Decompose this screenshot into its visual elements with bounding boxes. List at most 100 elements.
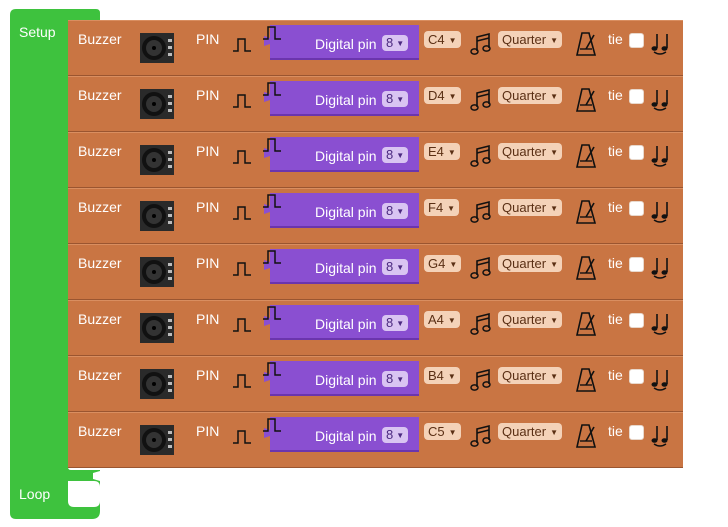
digital-pin-block[interactable]: Digital pin 8 ▼ xyxy=(262,137,419,173)
pin-number-dropdown[interactable]: 8 ▼ xyxy=(382,259,409,275)
digital-wave-icon xyxy=(263,306,281,320)
pin-label: PIN xyxy=(196,423,220,439)
buzzer-block[interactable]: Buzzer PIN Digital pin 8 ▼ E4 ▼ Quarter … xyxy=(68,132,683,188)
buzzer-block[interactable]: Buzzer PIN Digital pin 8 ▼ B4 ▼ Quarter … xyxy=(68,356,683,412)
duration-dropdown[interactable]: Quarter ▼ xyxy=(498,423,562,440)
dropdown-arrow-icon: ▼ xyxy=(396,38,405,48)
buzzer-block[interactable]: Buzzer PIN Digital pin 8 ▼ A4 ▼ Quarter … xyxy=(68,300,683,356)
digital-pin-block[interactable]: Digital pin 8 ▼ xyxy=(262,361,419,397)
buzzer-icon xyxy=(140,369,174,399)
digital-wave-icon xyxy=(263,26,281,40)
metronome-icon xyxy=(575,144,597,168)
pin-label: PIN xyxy=(196,31,220,47)
digital-pin-label: Digital pin xyxy=(315,260,377,276)
pin-number-dropdown[interactable]: 8 ▼ xyxy=(382,371,409,387)
dropdown-arrow-icon: ▼ xyxy=(396,94,405,104)
pin-number-dropdown[interactable]: 8 ▼ xyxy=(382,147,409,163)
digital-wave-icon xyxy=(233,318,251,332)
music-note-icon xyxy=(470,32,491,55)
note-dropdown[interactable]: G4 ▼ xyxy=(424,255,462,272)
buzzer-icon xyxy=(140,89,174,119)
digital-pin-block[interactable]: Digital pin 8 ▼ xyxy=(262,25,419,61)
note-dropdown[interactable]: C5 ▼ xyxy=(424,423,461,440)
buzzer-icon xyxy=(140,257,174,287)
dropdown-arrow-icon: ▼ xyxy=(550,428,558,438)
buzzer-label: Buzzer xyxy=(78,31,122,47)
tie-checkbox[interactable] xyxy=(629,425,644,440)
tie-checkbox[interactable] xyxy=(629,201,644,216)
tied-notes-icon xyxy=(651,202,668,223)
tie-checkbox[interactable] xyxy=(629,369,644,384)
duration-dropdown[interactable]: Quarter ▼ xyxy=(498,87,562,104)
digital-wave-icon xyxy=(233,94,251,108)
dropdown-arrow-icon: ▼ xyxy=(448,428,457,438)
note-dropdown[interactable]: B4 ▼ xyxy=(424,367,460,384)
pin-label: PIN xyxy=(196,255,220,271)
digital-pin-block[interactable]: Digital pin 8 ▼ xyxy=(262,305,419,341)
tie-label: tie xyxy=(608,423,623,439)
metronome-icon xyxy=(575,424,597,448)
pin-number-dropdown[interactable]: 8 ▼ xyxy=(382,35,409,51)
tied-notes-icon xyxy=(651,370,668,391)
buzzer-block[interactable]: Buzzer PIN Digital pin 8 ▼ D4 ▼ Quarter … xyxy=(68,76,683,132)
tie-checkbox[interactable] xyxy=(629,313,644,328)
digital-pin-block[interactable]: Digital pin 8 ▼ xyxy=(262,417,419,453)
tie-checkbox[interactable] xyxy=(629,89,644,104)
metronome-icon xyxy=(575,312,597,336)
buzzer-icon xyxy=(140,201,174,231)
digital-pin-label: Digital pin xyxy=(315,372,377,388)
dropdown-arrow-icon: ▼ xyxy=(447,148,456,158)
digital-wave-icon xyxy=(263,418,281,432)
digital-wave-icon xyxy=(233,150,251,164)
duration-dropdown[interactable]: Quarter ▼ xyxy=(498,367,562,384)
buzzer-block[interactable]: Buzzer PIN Digital pin 8 ▼ C4 ▼ Quarter … xyxy=(68,20,683,76)
setup-label: Setup xyxy=(19,24,56,40)
tied-notes-icon xyxy=(651,314,668,335)
dropdown-arrow-icon: ▼ xyxy=(449,260,458,270)
pin-number-dropdown[interactable]: 8 ▼ xyxy=(382,203,409,219)
tie-checkbox[interactable] xyxy=(629,145,644,160)
note-dropdown[interactable]: E4 ▼ xyxy=(424,143,460,160)
tie-label: tie xyxy=(608,143,623,159)
tied-notes-icon xyxy=(651,426,668,447)
note-dropdown[interactable]: C4 ▼ xyxy=(424,31,461,48)
buzzer-block[interactable]: Buzzer PIN Digital pin 8 ▼ F4 ▼ Quarter … xyxy=(68,188,683,244)
digital-wave-icon xyxy=(233,206,251,220)
tied-notes-icon xyxy=(651,34,668,55)
digital-wave-icon xyxy=(233,38,251,52)
buzzer-label: Buzzer xyxy=(78,423,122,439)
duration-dropdown[interactable]: Quarter ▼ xyxy=(498,31,562,48)
buzzer-block[interactable]: Buzzer PIN Digital pin 8 ▼ C5 ▼ Quarter … xyxy=(68,412,683,468)
tie-checkbox[interactable] xyxy=(629,257,644,272)
dropdown-arrow-icon: ▼ xyxy=(396,318,405,328)
note-dropdown[interactable]: F4 ▼ xyxy=(424,199,460,216)
dropdown-arrow-icon: ▼ xyxy=(550,92,558,102)
pin-number-dropdown[interactable]: 8 ▼ xyxy=(382,315,409,331)
pin-number-dropdown[interactable]: 8 ▼ xyxy=(382,91,409,107)
music-note-icon xyxy=(470,312,491,335)
duration-dropdown[interactable]: Quarter ▼ xyxy=(498,311,562,328)
digital-wave-icon xyxy=(263,138,281,152)
duration-dropdown[interactable]: Quarter ▼ xyxy=(498,255,562,272)
dropdown-arrow-icon: ▼ xyxy=(396,150,405,160)
duration-dropdown[interactable]: Quarter ▼ xyxy=(498,143,562,160)
dropdown-arrow-icon: ▼ xyxy=(550,372,558,382)
tie-checkbox[interactable] xyxy=(629,33,644,48)
digital-pin-block[interactable]: Digital pin 8 ▼ xyxy=(262,81,419,117)
tie-label: tie xyxy=(608,367,623,383)
buzzer-label: Buzzer xyxy=(78,367,122,383)
buzzer-label: Buzzer xyxy=(78,199,122,215)
digital-wave-icon xyxy=(263,82,281,96)
metronome-icon xyxy=(575,200,597,224)
buzzer-block[interactable]: Buzzer PIN Digital pin 8 ▼ G4 ▼ Quarter … xyxy=(68,244,683,300)
buzzer-label: Buzzer xyxy=(78,143,122,159)
buzzer-icon xyxy=(140,33,174,63)
digital-pin-block[interactable]: Digital pin 8 ▼ xyxy=(262,193,419,229)
digital-pin-block[interactable]: Digital pin 8 ▼ xyxy=(262,249,419,285)
pin-number-dropdown[interactable]: 8 ▼ xyxy=(382,427,409,443)
note-dropdown[interactable]: D4 ▼ xyxy=(424,87,461,104)
duration-dropdown[interactable]: Quarter ▼ xyxy=(498,199,562,216)
loop-label: Loop xyxy=(19,486,51,502)
pin-label: PIN xyxy=(196,367,220,383)
note-dropdown[interactable]: A4 ▼ xyxy=(424,311,460,328)
